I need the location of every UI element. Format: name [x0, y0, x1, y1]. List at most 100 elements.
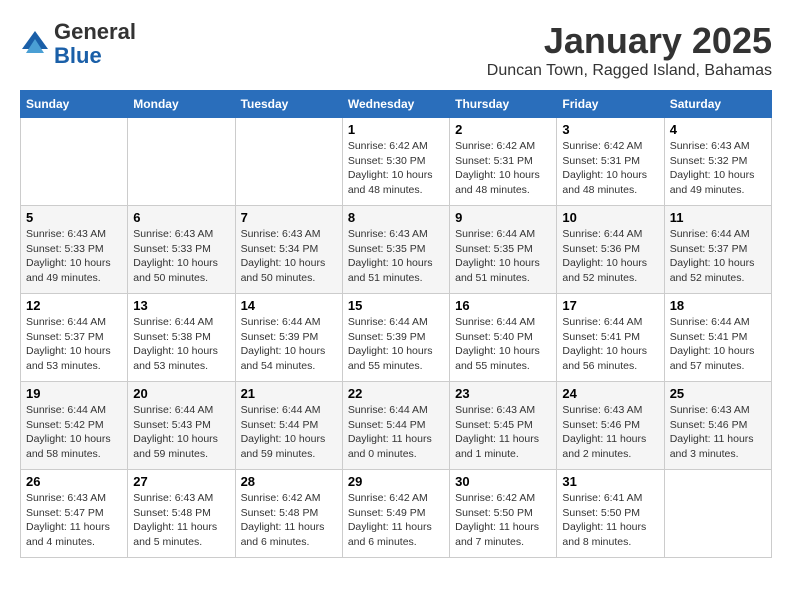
day-info: Sunrise: 6:42 AM Sunset: 5:49 PM Dayligh…: [348, 491, 444, 550]
week-row-4: 19 Sunrise: 6:44 AM Sunset: 5:42 PM Dayli…: [21, 382, 772, 470]
calendar-cell: 11 Sunrise: 6:44 AM Sunset: 5:37 PM Dayli…: [664, 206, 771, 294]
week-row-2: 5 Sunrise: 6:43 AM Sunset: 5:33 PM Daylig…: [21, 206, 772, 294]
calendar-cell: 1 Sunrise: 6:42 AM Sunset: 5:30 PM Daylig…: [342, 118, 449, 206]
day-info: Sunrise: 6:43 AM Sunset: 5:47 PM Dayligh…: [26, 491, 122, 550]
week-row-5: 26 Sunrise: 6:43 AM Sunset: 5:47 PM Dayli…: [21, 470, 772, 558]
logo-icon: [20, 29, 50, 59]
day-info: Sunrise: 6:42 AM Sunset: 5:48 PM Dayligh…: [241, 491, 337, 550]
day-number: 23: [455, 386, 551, 401]
day-info: Sunrise: 6:43 AM Sunset: 5:48 PM Dayligh…: [133, 491, 229, 550]
day-number: 9: [455, 210, 551, 225]
day-info: Sunrise: 6:43 AM Sunset: 5:34 PM Dayligh…: [241, 227, 337, 286]
day-info: Sunrise: 6:42 AM Sunset: 5:31 PM Dayligh…: [455, 139, 551, 198]
day-number: 14: [241, 298, 337, 313]
day-number: 17: [562, 298, 658, 313]
day-info: Sunrise: 6:44 AM Sunset: 5:39 PM Dayligh…: [348, 315, 444, 374]
day-number: 19: [26, 386, 122, 401]
day-number: 7: [241, 210, 337, 225]
day-number: 24: [562, 386, 658, 401]
page-header: General Blue January 2025 Duncan Town, R…: [20, 20, 772, 80]
calendar-cell: 3 Sunrise: 6:42 AM Sunset: 5:31 PM Daylig…: [557, 118, 664, 206]
calendar-cell: 16Sunrise: 6:44 AM Sunset: 5:40 PM Dayli…: [450, 294, 557, 382]
calendar-cell: [21, 118, 128, 206]
day-number: 31: [562, 474, 658, 489]
calendar-cell: 13 Sunrise: 6:44 AM Sunset: 5:38 PM Dayli…: [128, 294, 235, 382]
day-number: 26: [26, 474, 122, 489]
calendar-cell: 7 Sunrise: 6:43 AM Sunset: 5:34 PM Daylig…: [235, 206, 342, 294]
day-number: 20: [133, 386, 229, 401]
weekday-header-tuesday: Tuesday: [235, 91, 342, 118]
calendar-cell: 10 Sunrise: 6:44 AM Sunset: 5:36 PM Dayli…: [557, 206, 664, 294]
logo-general: General: [54, 19, 136, 44]
day-info: Sunrise: 6:44 AM Sunset: 5:39 PM Dayligh…: [241, 315, 337, 374]
day-number: 21: [241, 386, 337, 401]
logo-text: General Blue: [54, 20, 136, 68]
calendar-table: SundayMondayTuesdayWednesdayThursdayFrid…: [20, 90, 772, 558]
weekday-header-friday: Friday: [557, 91, 664, 118]
day-info: Sunrise: 6:43 AM Sunset: 5:33 PM Dayligh…: [26, 227, 122, 286]
day-info: Sunrise: 6:43 AM Sunset: 5:35 PM Dayligh…: [348, 227, 444, 286]
calendar-cell: [128, 118, 235, 206]
day-info: Sunrise: 6:44 AM Sunset: 5:37 PM Dayligh…: [26, 315, 122, 374]
weekday-header-thursday: Thursday: [450, 91, 557, 118]
day-number: 11: [670, 210, 766, 225]
calendar-cell: 30 Sunrise: 6:42 AM Sunset: 5:50 PM Dayli…: [450, 470, 557, 558]
calendar-cell: 12 Sunrise: 6:44 AM Sunset: 5:37 PM Dayli…: [21, 294, 128, 382]
day-info: Sunrise: 6:44 AM Sunset: 5:37 PM Dayligh…: [670, 227, 766, 286]
calendar-cell: 31Sunrise: 6:41 AM Sunset: 5:50 PM Dayli…: [557, 470, 664, 558]
day-info: Sunrise: 6:44 AM Sunset: 5:38 PM Dayligh…: [133, 315, 229, 374]
day-info: Sunrise: 6:42 AM Sunset: 5:30 PM Dayligh…: [348, 139, 444, 198]
day-info: Sunrise: 6:43 AM Sunset: 5:33 PM Dayligh…: [133, 227, 229, 286]
calendar-cell: 22Sunrise: 6:44 AM Sunset: 5:44 PM Dayli…: [342, 382, 449, 470]
day-number: 5: [26, 210, 122, 225]
day-info: Sunrise: 6:44 AM Sunset: 5:44 PM Dayligh…: [241, 403, 337, 462]
week-row-1: 1 Sunrise: 6:42 AM Sunset: 5:30 PM Daylig…: [21, 118, 772, 206]
calendar-cell: 28 Sunrise: 6:42 AM Sunset: 5:48 PM Dayli…: [235, 470, 342, 558]
calendar-cell: 6 Sunrise: 6:43 AM Sunset: 5:33 PM Daylig…: [128, 206, 235, 294]
calendar-cell: 18Sunrise: 6:44 AM Sunset: 5:41 PM Dayli…: [664, 294, 771, 382]
logo-blue: Blue: [54, 43, 102, 68]
calendar-cell: 27 Sunrise: 6:43 AM Sunset: 5:48 PM Dayli…: [128, 470, 235, 558]
calendar-cell: 14 Sunrise: 6:44 AM Sunset: 5:39 PM Dayli…: [235, 294, 342, 382]
calendar-cell: 5 Sunrise: 6:43 AM Sunset: 5:33 PM Daylig…: [21, 206, 128, 294]
day-number: 30: [455, 474, 551, 489]
month-title: January 2025: [487, 20, 772, 62]
logo: General Blue: [20, 20, 136, 68]
day-info: Sunrise: 6:44 AM Sunset: 5:41 PM Dayligh…: [562, 315, 658, 374]
day-info: Sunrise: 6:44 AM Sunset: 5:43 PM Dayligh…: [133, 403, 229, 462]
calendar-cell: [235, 118, 342, 206]
day-info: Sunrise: 6:42 AM Sunset: 5:31 PM Dayligh…: [562, 139, 658, 198]
day-info: Sunrise: 6:44 AM Sunset: 5:42 PM Dayligh…: [26, 403, 122, 462]
calendar-cell: 21 Sunrise: 6:44 AM Sunset: 5:44 PM Dayli…: [235, 382, 342, 470]
calendar-cell: 2Sunrise: 6:42 AM Sunset: 5:31 PM Daylig…: [450, 118, 557, 206]
location-subtitle: Duncan Town, Ragged Island, Bahamas: [487, 62, 772, 80]
day-number: 27: [133, 474, 229, 489]
calendar-cell: 29Sunrise: 6:42 AM Sunset: 5:49 PM Dayli…: [342, 470, 449, 558]
day-info: Sunrise: 6:44 AM Sunset: 5:40 PM Dayligh…: [455, 315, 551, 374]
calendar-cell: 24 Sunrise: 6:43 AM Sunset: 5:46 PM Dayli…: [557, 382, 664, 470]
day-number: 3: [562, 122, 658, 137]
calendar-cell: 17 Sunrise: 6:44 AM Sunset: 5:41 PM Dayli…: [557, 294, 664, 382]
calendar-cell: 19 Sunrise: 6:44 AM Sunset: 5:42 PM Dayli…: [21, 382, 128, 470]
calendar-cell: [664, 470, 771, 558]
calendar-cell: 8 Sunrise: 6:43 AM Sunset: 5:35 PM Daylig…: [342, 206, 449, 294]
calendar-cell: 20 Sunrise: 6:44 AM Sunset: 5:43 PM Dayli…: [128, 382, 235, 470]
day-info: Sunrise: 6:42 AM Sunset: 5:50 PM Dayligh…: [455, 491, 551, 550]
day-info: Sunrise: 6:43 AM Sunset: 5:46 PM Dayligh…: [562, 403, 658, 462]
week-row-3: 12 Sunrise: 6:44 AM Sunset: 5:37 PM Dayli…: [21, 294, 772, 382]
day-info: Sunrise: 6:44 AM Sunset: 5:35 PM Dayligh…: [455, 227, 551, 286]
day-number: 6: [133, 210, 229, 225]
day-number: 28: [241, 474, 337, 489]
day-number: 8: [348, 210, 444, 225]
day-info: Sunrise: 6:43 AM Sunset: 5:32 PM Dayligh…: [670, 139, 766, 198]
day-number: 10: [562, 210, 658, 225]
day-number: 12: [26, 298, 122, 313]
weekday-header-sunday: Sunday: [21, 91, 128, 118]
day-number: 1: [348, 122, 444, 137]
calendar-cell: 25Sunrise: 6:43 AM Sunset: 5:46 PM Dayli…: [664, 382, 771, 470]
day-info: Sunrise: 6:43 AM Sunset: 5:46 PM Dayligh…: [670, 403, 766, 462]
weekday-header-monday: Monday: [128, 91, 235, 118]
calendar-cell: 23Sunrise: 6:43 AM Sunset: 5:45 PM Dayli…: [450, 382, 557, 470]
day-number: 13: [133, 298, 229, 313]
day-info: Sunrise: 6:44 AM Sunset: 5:36 PM Dayligh…: [562, 227, 658, 286]
